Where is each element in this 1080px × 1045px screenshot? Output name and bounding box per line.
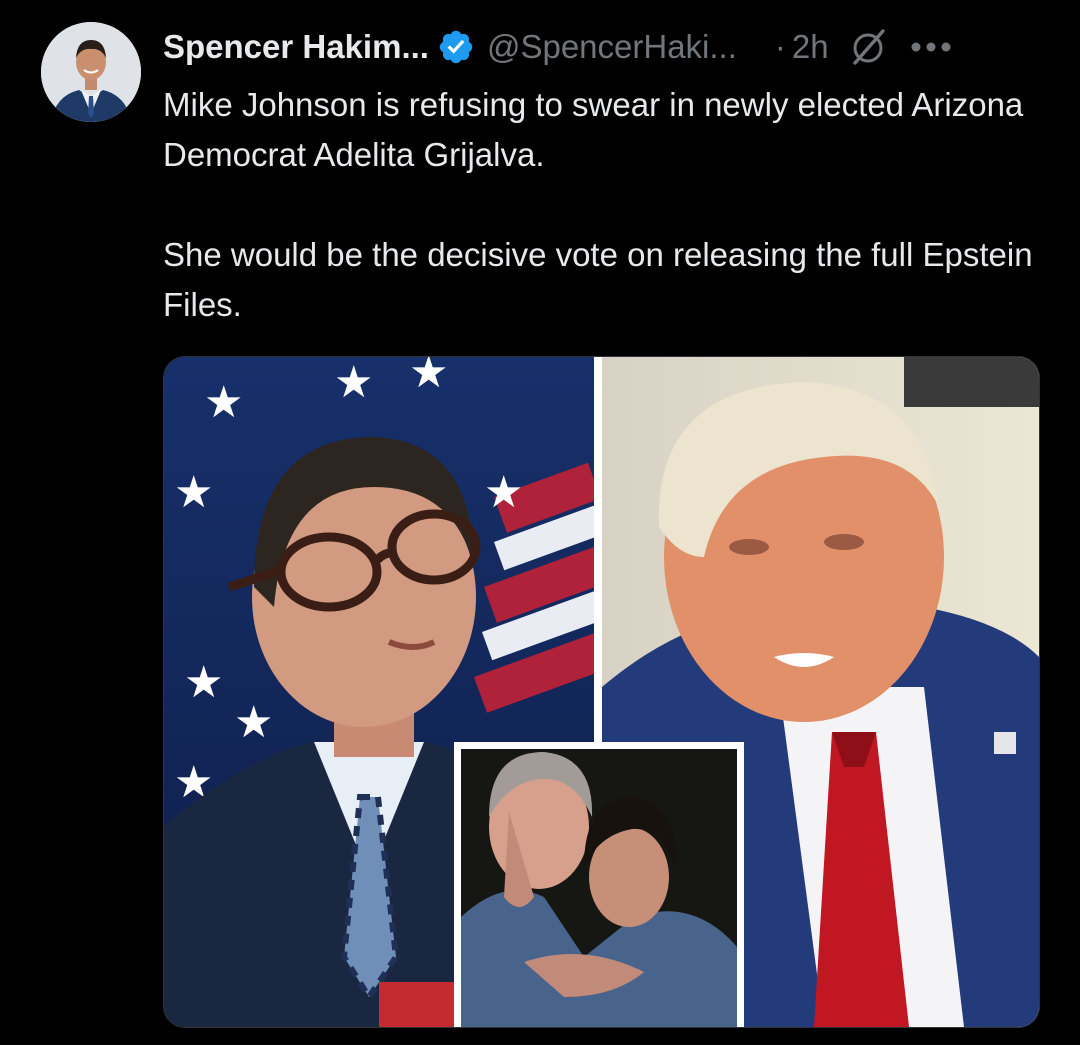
svg-text:★: ★ xyxy=(204,377,243,428)
tweet-paragraph: Mike Johnson is refusing to swear in new… xyxy=(163,86,1024,173)
svg-text:★: ★ xyxy=(184,657,223,708)
svg-text:★: ★ xyxy=(334,357,373,408)
more-options-icon[interactable] xyxy=(909,40,953,54)
tweet-paragraph: She would be the decisive vote on releas… xyxy=(163,236,1033,323)
avatar-photo xyxy=(41,22,141,122)
tweet-media-image[interactable]: ★★★ ★★★ ★★★ xyxy=(163,356,1040,1028)
tweet-header: Spencer Hakim... @SpencerHaki... · 2h xyxy=(163,26,953,68)
svg-text:★: ★ xyxy=(234,697,273,748)
grok-icon[interactable] xyxy=(849,27,889,67)
svg-text:★: ★ xyxy=(174,467,213,518)
svg-text:★: ★ xyxy=(484,467,523,518)
svg-text:★: ★ xyxy=(409,357,448,398)
author-handle[interactable]: @SpencerHaki... xyxy=(487,28,737,66)
verified-badge-icon xyxy=(439,30,473,64)
media-collage: ★★★ ★★★ ★★★ xyxy=(164,357,1039,1027)
author-name[interactable]: Spencer Hakim... xyxy=(163,28,429,66)
post-timestamp[interactable]: 2h xyxy=(792,28,829,66)
author-avatar[interactable] xyxy=(41,22,141,122)
tweet-text: Mike Johnson is refusing to swear in new… xyxy=(163,80,1043,330)
meta-separator: · xyxy=(774,28,786,65)
